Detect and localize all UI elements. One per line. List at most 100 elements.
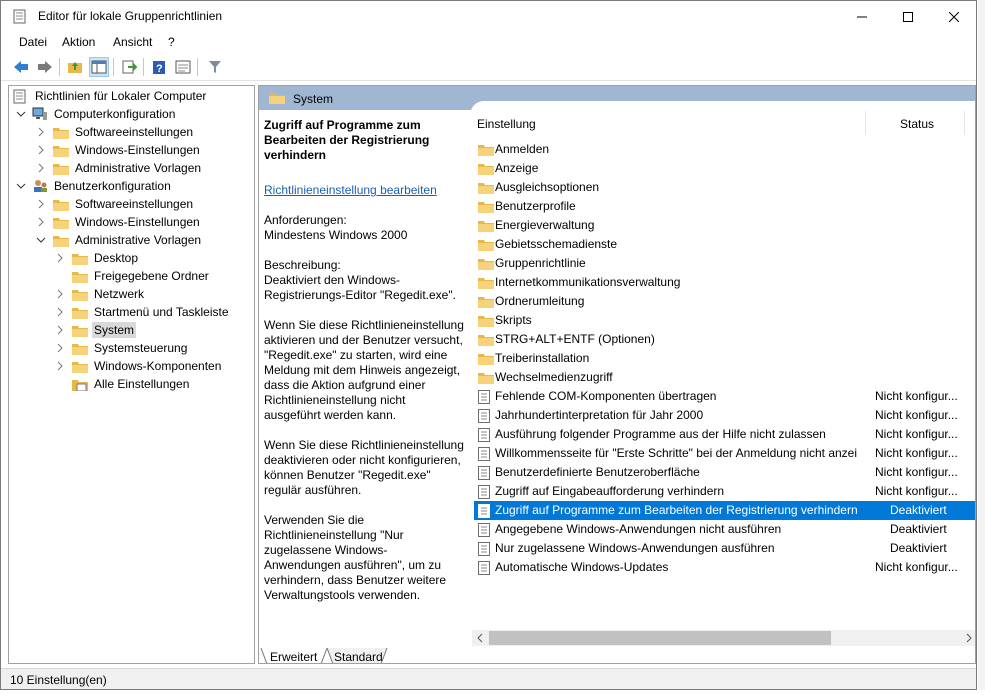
menu-file[interactable]: Datei xyxy=(19,35,47,49)
tree-item[interactable]: Startmenü und Taskleiste xyxy=(55,303,231,321)
back-button[interactable] xyxy=(11,57,31,77)
chevron-down-icon[interactable] xyxy=(16,109,26,119)
maximize-icon xyxy=(903,11,913,22)
tab-standard[interactable]: Standard xyxy=(334,648,383,663)
filter-button[interactable] xyxy=(205,57,225,77)
list-item-folder[interactable]: Wechselmedienzugriff xyxy=(474,368,975,387)
list-item-folder[interactable]: Gebietsschemadienste xyxy=(474,235,975,254)
column-separator[interactable] xyxy=(964,111,965,135)
help-button[interactable]: ? xyxy=(149,57,169,77)
scroll-right-icon[interactable] xyxy=(961,630,976,646)
tree-user-config[interactable]: Benutzerkonfiguration xyxy=(16,177,173,195)
export-list-button[interactable] xyxy=(119,57,139,77)
title-bar[interactable]: Editor für lokale Gruppenrichtlinien xyxy=(1,1,976,32)
chevron-right-icon[interactable] xyxy=(55,325,65,335)
scrollbar-thumb[interactable] xyxy=(489,631,831,645)
chevron-right-icon[interactable] xyxy=(36,217,46,227)
scroll-left-icon[interactable] xyxy=(472,630,488,646)
column-separator[interactable] xyxy=(865,111,866,135)
folder-icon xyxy=(478,373,494,384)
tree-label: Benutzerkonfiguration xyxy=(54,179,171,193)
list-item-name: Angegebene Windows-Anwendungen nicht aus… xyxy=(495,522,782,536)
edit-policy-link[interactable]: Richtlinieneinstellung bearbeiten xyxy=(264,183,437,197)
list-item-policy[interactable]: Automatische Windows-Updates Nicht konfig… xyxy=(474,558,975,577)
tree-item[interactable]: Netzwerk xyxy=(55,285,146,303)
list-item-policy[interactable]: Nur zugelassene Windows-Anwendungen ausf… xyxy=(474,539,975,558)
list-item-policy[interactable]: Zugriff auf Eingabeaufforderung verhinde… xyxy=(474,482,975,501)
tree-item[interactable]: Freigegebene Ordner xyxy=(72,267,211,285)
list-item-name: Anzeige xyxy=(495,161,539,175)
menu-bar: Datei Aktion Ansicht ? xyxy=(1,32,976,53)
chevron-right-icon[interactable] xyxy=(55,343,65,353)
tab-extended[interactable]: Erweitert xyxy=(270,648,317,663)
list-item-folder[interactable]: STRG+ALT+ENTF (Optionen) xyxy=(474,330,975,349)
tree-item[interactable]: Softwareeinstellungen xyxy=(36,123,195,141)
list-item-folder[interactable]: Ausgleichsoptionen xyxy=(474,178,975,197)
list-item-policy[interactable]: Fehlende COM-Komponenten übertragen Nicht… xyxy=(474,387,975,406)
tree-item[interactable]: Administrative Vorlagen xyxy=(36,159,203,177)
tree-item[interactable]: Softwareeinstellungen xyxy=(36,195,195,213)
chevron-right-icon[interactable] xyxy=(55,307,65,317)
tree-label: Windows-Komponenten xyxy=(94,359,222,373)
folder-icon xyxy=(478,202,494,213)
list-item-policy[interactable]: Angegebene Windows-Anwendungen nicht aus… xyxy=(474,520,975,539)
minimize-button[interactable] xyxy=(839,1,885,32)
list-item-folder[interactable]: Ordnerumleitung xyxy=(474,292,975,311)
tree-root[interactable]: Richtlinien für Lokaler Computer xyxy=(13,87,208,105)
forward-button[interactable] xyxy=(35,57,55,77)
tree-item[interactable]: Alle Einstellungen xyxy=(72,375,191,393)
list-item-folder[interactable]: Benutzerprofile xyxy=(474,197,975,216)
menu-help[interactable]: ? xyxy=(168,35,175,49)
list-item-policy[interactable]: Benutzerdefinierte Benutzeroberfläche Nic… xyxy=(474,463,975,482)
column-header-status[interactable]: Status xyxy=(900,117,934,131)
list-item-folder[interactable]: Anzeige xyxy=(474,159,975,178)
requirements-value: Mindestens Windows 2000 xyxy=(264,228,408,242)
chevron-right-icon[interactable] xyxy=(55,361,65,371)
up-folder-button[interactable] xyxy=(65,57,85,77)
console-tree-icon xyxy=(91,60,107,74)
tree-item[interactable]: Windows-Einstellungen xyxy=(36,141,202,159)
tree-label: Windows-Einstellungen xyxy=(75,143,200,157)
list-item-name: Fehlende COM-Komponenten übertragen xyxy=(495,389,717,403)
menu-action[interactable]: Aktion xyxy=(62,35,95,49)
list-item-policy[interactable]: Willkommensseite für "Erste Schritte" be… xyxy=(474,444,975,463)
chevron-right-icon[interactable] xyxy=(55,253,65,263)
list-item-folder[interactable]: Internetkommunikationsverwaltung xyxy=(474,273,975,292)
list-item-policy[interactable]: Jahrhundertinterpretation für Jahr 2000 N… xyxy=(474,406,975,425)
properties-button[interactable] xyxy=(173,57,193,77)
chevron-right-icon[interactable] xyxy=(36,127,46,137)
list-item-policy-selected[interactable]: Zugriff auf Programme zum Bearbeiten der… xyxy=(474,501,975,520)
description-text: Deaktiviert den Windows-Registrierungs-E… xyxy=(264,273,456,302)
chevron-down-icon[interactable] xyxy=(16,181,26,191)
close-button[interactable] xyxy=(931,1,976,32)
chevron-right-icon[interactable] xyxy=(36,145,46,155)
tree-item[interactable]: Windows-Einstellungen xyxy=(36,213,202,231)
list-item-name: Wechselmedienzugriff xyxy=(495,370,613,384)
tree-item[interactable]: Windows-Komponenten xyxy=(55,357,223,375)
list-item-name: Jahrhundertinterpretation für Jahr 2000 xyxy=(495,408,704,422)
tree-item[interactable]: Desktop xyxy=(55,249,140,267)
tree-item[interactable]: Systemsteuerung xyxy=(55,339,189,357)
tree-item[interactable]: Administrative Vorlagen xyxy=(36,231,203,249)
maximize-button[interactable] xyxy=(885,1,931,32)
tree-item-selected[interactable]: System xyxy=(55,321,137,339)
chevron-right-icon[interactable] xyxy=(36,163,46,173)
chevron-right-icon[interactable] xyxy=(55,289,65,299)
show-hide-tree-button[interactable] xyxy=(89,57,109,77)
list-item-folder[interactable]: Anmelden xyxy=(474,140,975,159)
svg-text:?: ? xyxy=(156,63,163,75)
list-item-folder[interactable]: Gruppenrichtlinie xyxy=(474,254,975,273)
list-item-name: Ausführung folgender Programme aus der H… xyxy=(495,427,826,441)
menu-view[interactable]: Ansicht xyxy=(113,35,152,49)
tree-computer-config[interactable]: Computerkonfiguration xyxy=(16,105,177,123)
list-item-policy[interactable]: Ausführung folgender Programme aus der H… xyxy=(474,425,975,444)
list-item-folder[interactable]: Energieverwaltung xyxy=(474,216,975,235)
chevron-right-icon[interactable] xyxy=(36,199,46,209)
horizontal-scrollbar[interactable] xyxy=(472,630,976,646)
policy-setting-icon xyxy=(478,428,490,442)
column-header-setting[interactable]: Einstellung xyxy=(477,117,536,131)
folder-icon xyxy=(72,271,88,283)
list-item-folder[interactable]: Skripts xyxy=(474,311,975,330)
list-item-folder[interactable]: Treiberinstallation xyxy=(474,349,975,368)
chevron-down-icon[interactable] xyxy=(36,235,46,245)
